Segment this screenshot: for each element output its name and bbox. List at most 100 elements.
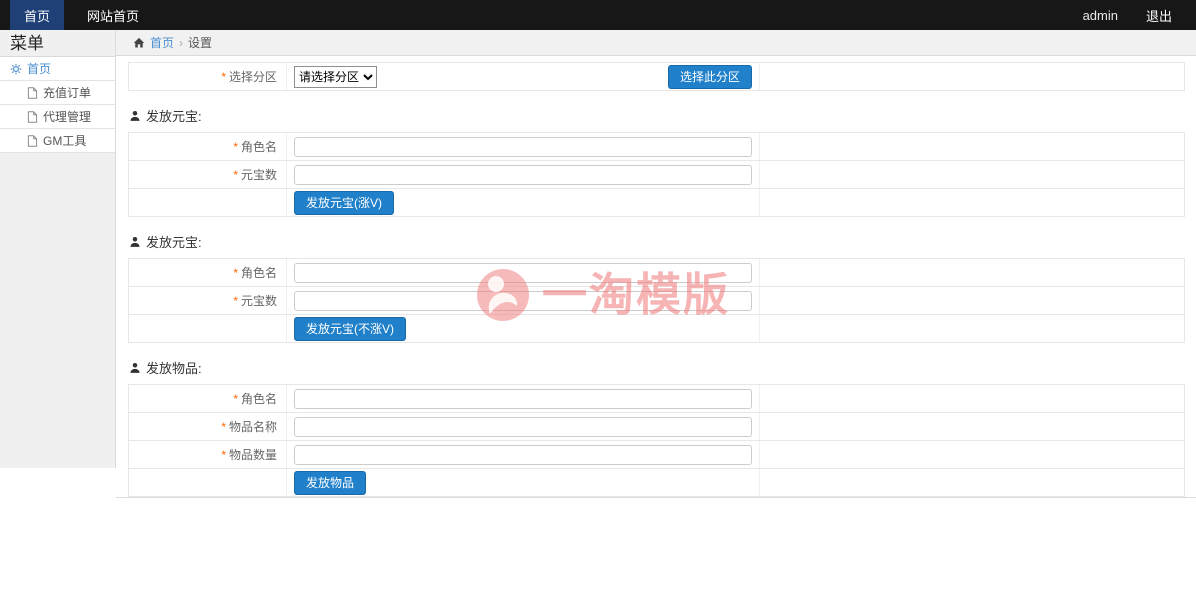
grant-yuanbao-nov-table: * 角色名 * 元宝数 — [128, 258, 1185, 343]
input-cell — [287, 259, 760, 286]
breadcrumb: 首页 › 设置 — [116, 30, 1196, 56]
breadcrumb-current: 设置 — [188, 34, 212, 51]
section-title-grant-yuanbao-v: 发放元宝: — [129, 106, 1185, 125]
nav-tab-site-home-label: 网站首页 — [87, 6, 139, 25]
field-label-text: 物品名称 — [229, 418, 277, 435]
required-mark: * — [233, 266, 238, 280]
role-name-input[interactable] — [294, 389, 752, 409]
person-icon — [129, 236, 141, 248]
choose-zone-button[interactable]: 选择此分区 — [668, 65, 752, 89]
required-mark: * — [233, 168, 238, 182]
file-icon — [27, 135, 38, 147]
breadcrumb-separator: › — [179, 36, 183, 50]
yuanbao-amount-input[interactable] — [294, 165, 752, 185]
row-filler — [760, 413, 1184, 440]
row-filler — [760, 385, 1184, 412]
required-mark: * — [221, 420, 226, 434]
sidebar-item-label: 充值订单 — [43, 84, 91, 101]
sidebar-item-gm-tools[interactable]: GM工具 — [0, 129, 115, 153]
yuanbao-amount-input[interactable] — [294, 291, 752, 311]
grant-yuanbao-v-button[interactable]: 发放元宝(涨V) — [294, 191, 394, 215]
input-cell — [287, 385, 760, 412]
navbar-username[interactable]: admin — [1067, 0, 1134, 30]
gear-icon — [10, 63, 22, 75]
row-filler — [760, 189, 1184, 216]
input-cell — [287, 133, 760, 160]
home-icon — [133, 37, 145, 49]
logout-button[interactable]: 退出 — [1134, 0, 1196, 30]
zone-select-table: * 选择分区 请选择分区 选择此分区 — [128, 62, 1185, 91]
file-icon — [27, 111, 38, 123]
person-icon — [129, 110, 141, 122]
file-icon — [27, 87, 38, 99]
form-row-submit: 发放元宝(不涨V) — [129, 315, 1184, 342]
item-quantity-input[interactable] — [294, 445, 752, 465]
section-title-text: 发放元宝: — [146, 106, 202, 125]
grant-yuanbao-nov-button[interactable]: 发放元宝(不涨V) — [294, 317, 406, 341]
field-label-text: 元宝数 — [241, 292, 277, 309]
yuanbao-amount-label: * 元宝数 — [129, 161, 287, 188]
field-label-text: 角色名 — [241, 138, 277, 155]
form-row: * 角色名 — [129, 385, 1184, 413]
item-quantity-label: * 物品数量 — [129, 441, 287, 468]
nav-tab-site-home[interactable]: 网站首页 — [73, 0, 153, 30]
role-name-label: * 角色名 — [129, 133, 287, 160]
empty-label-cell — [129, 189, 287, 216]
person-icon — [129, 362, 141, 374]
input-cell — [287, 161, 760, 188]
item-name-label: * 物品名称 — [129, 413, 287, 440]
sidebar-item-home[interactable]: 首页 — [0, 57, 115, 81]
sidebar: 菜单 首页 — [0, 30, 116, 468]
form-row: * 角色名 — [129, 133, 1184, 161]
grant-items-button[interactable]: 发放物品 — [294, 471, 366, 495]
form-row-submit: 发放物品 — [129, 469, 1184, 496]
sidebar-title: 菜单 — [0, 30, 115, 57]
button-cell: 发放元宝(不涨V) — [287, 315, 760, 342]
empty-label-cell — [129, 315, 287, 342]
row-filler — [760, 441, 1184, 468]
sidebar-item-label: GM工具 — [43, 132, 86, 149]
input-cell — [287, 413, 760, 440]
role-name-input[interactable] — [294, 263, 752, 283]
sidebar-item-recharge-orders[interactable]: 充值订单 — [0, 81, 115, 105]
section-title-grant-yuanbao-nov: 发放元宝: — [129, 232, 1185, 251]
yuanbao-amount-label: * 元宝数 — [129, 287, 287, 314]
zone-select[interactable]: 请选择分区 — [294, 66, 377, 88]
zone-select-row: * 选择分区 请选择分区 选择此分区 — [129, 63, 1184, 90]
required-mark: * — [233, 140, 238, 154]
row-filler — [760, 133, 1184, 160]
zone-select-label-text: 选择分区 — [229, 68, 277, 85]
item-name-input[interactable] — [294, 417, 752, 437]
row-filler — [760, 161, 1184, 188]
row-filler — [760, 315, 1184, 342]
zone-row-filler — [760, 63, 1184, 90]
required-mark: * — [221, 448, 226, 462]
button-cell: 发放物品 — [287, 469, 760, 496]
input-cell — [287, 287, 760, 314]
role-name-label: * 角色名 — [129, 385, 287, 412]
role-name-input[interactable] — [294, 137, 752, 157]
section-title-text: 发放物品: — [146, 358, 202, 377]
required-mark: * — [233, 392, 238, 406]
layout-wrap: 菜单 首页 — [0, 30, 1196, 498]
role-name-label: * 角色名 — [129, 259, 287, 286]
content-panel: * 选择分区 请选择分区 选择此分区 — [116, 56, 1196, 498]
breadcrumb-home-link[interactable]: 首页 — [150, 34, 174, 51]
sidebar-item-agent-management[interactable]: 代理管理 — [0, 105, 115, 129]
main-area: 首页 › 设置 * 选择分区 请选择分区 选择此分区 — [116, 30, 1196, 498]
page: { "navbar": { "tab_home": "首页", "tab_sit… — [0, 0, 1196, 603]
nav-tab-home[interactable]: 首页 — [10, 0, 64, 30]
section-title-grant-items: 发放物品: — [129, 358, 1185, 377]
row-filler — [760, 287, 1184, 314]
row-filler — [760, 259, 1184, 286]
form-row: * 角色名 — [129, 259, 1184, 287]
sidebar-item-label: 首页 — [27, 60, 51, 77]
form-row: * 元宝数 — [129, 161, 1184, 189]
sidebar-item-label: 代理管理 — [43, 108, 91, 125]
field-label-text: 物品数量 — [229, 446, 277, 463]
form-row: * 元宝数 — [129, 287, 1184, 315]
button-cell: 发放元宝(涨V) — [287, 189, 760, 216]
section-title-text: 发放元宝: — [146, 232, 202, 251]
grant-yuanbao-v-table: * 角色名 * 元宝数 — [128, 132, 1185, 217]
navbar-spacer — [153, 0, 1067, 30]
